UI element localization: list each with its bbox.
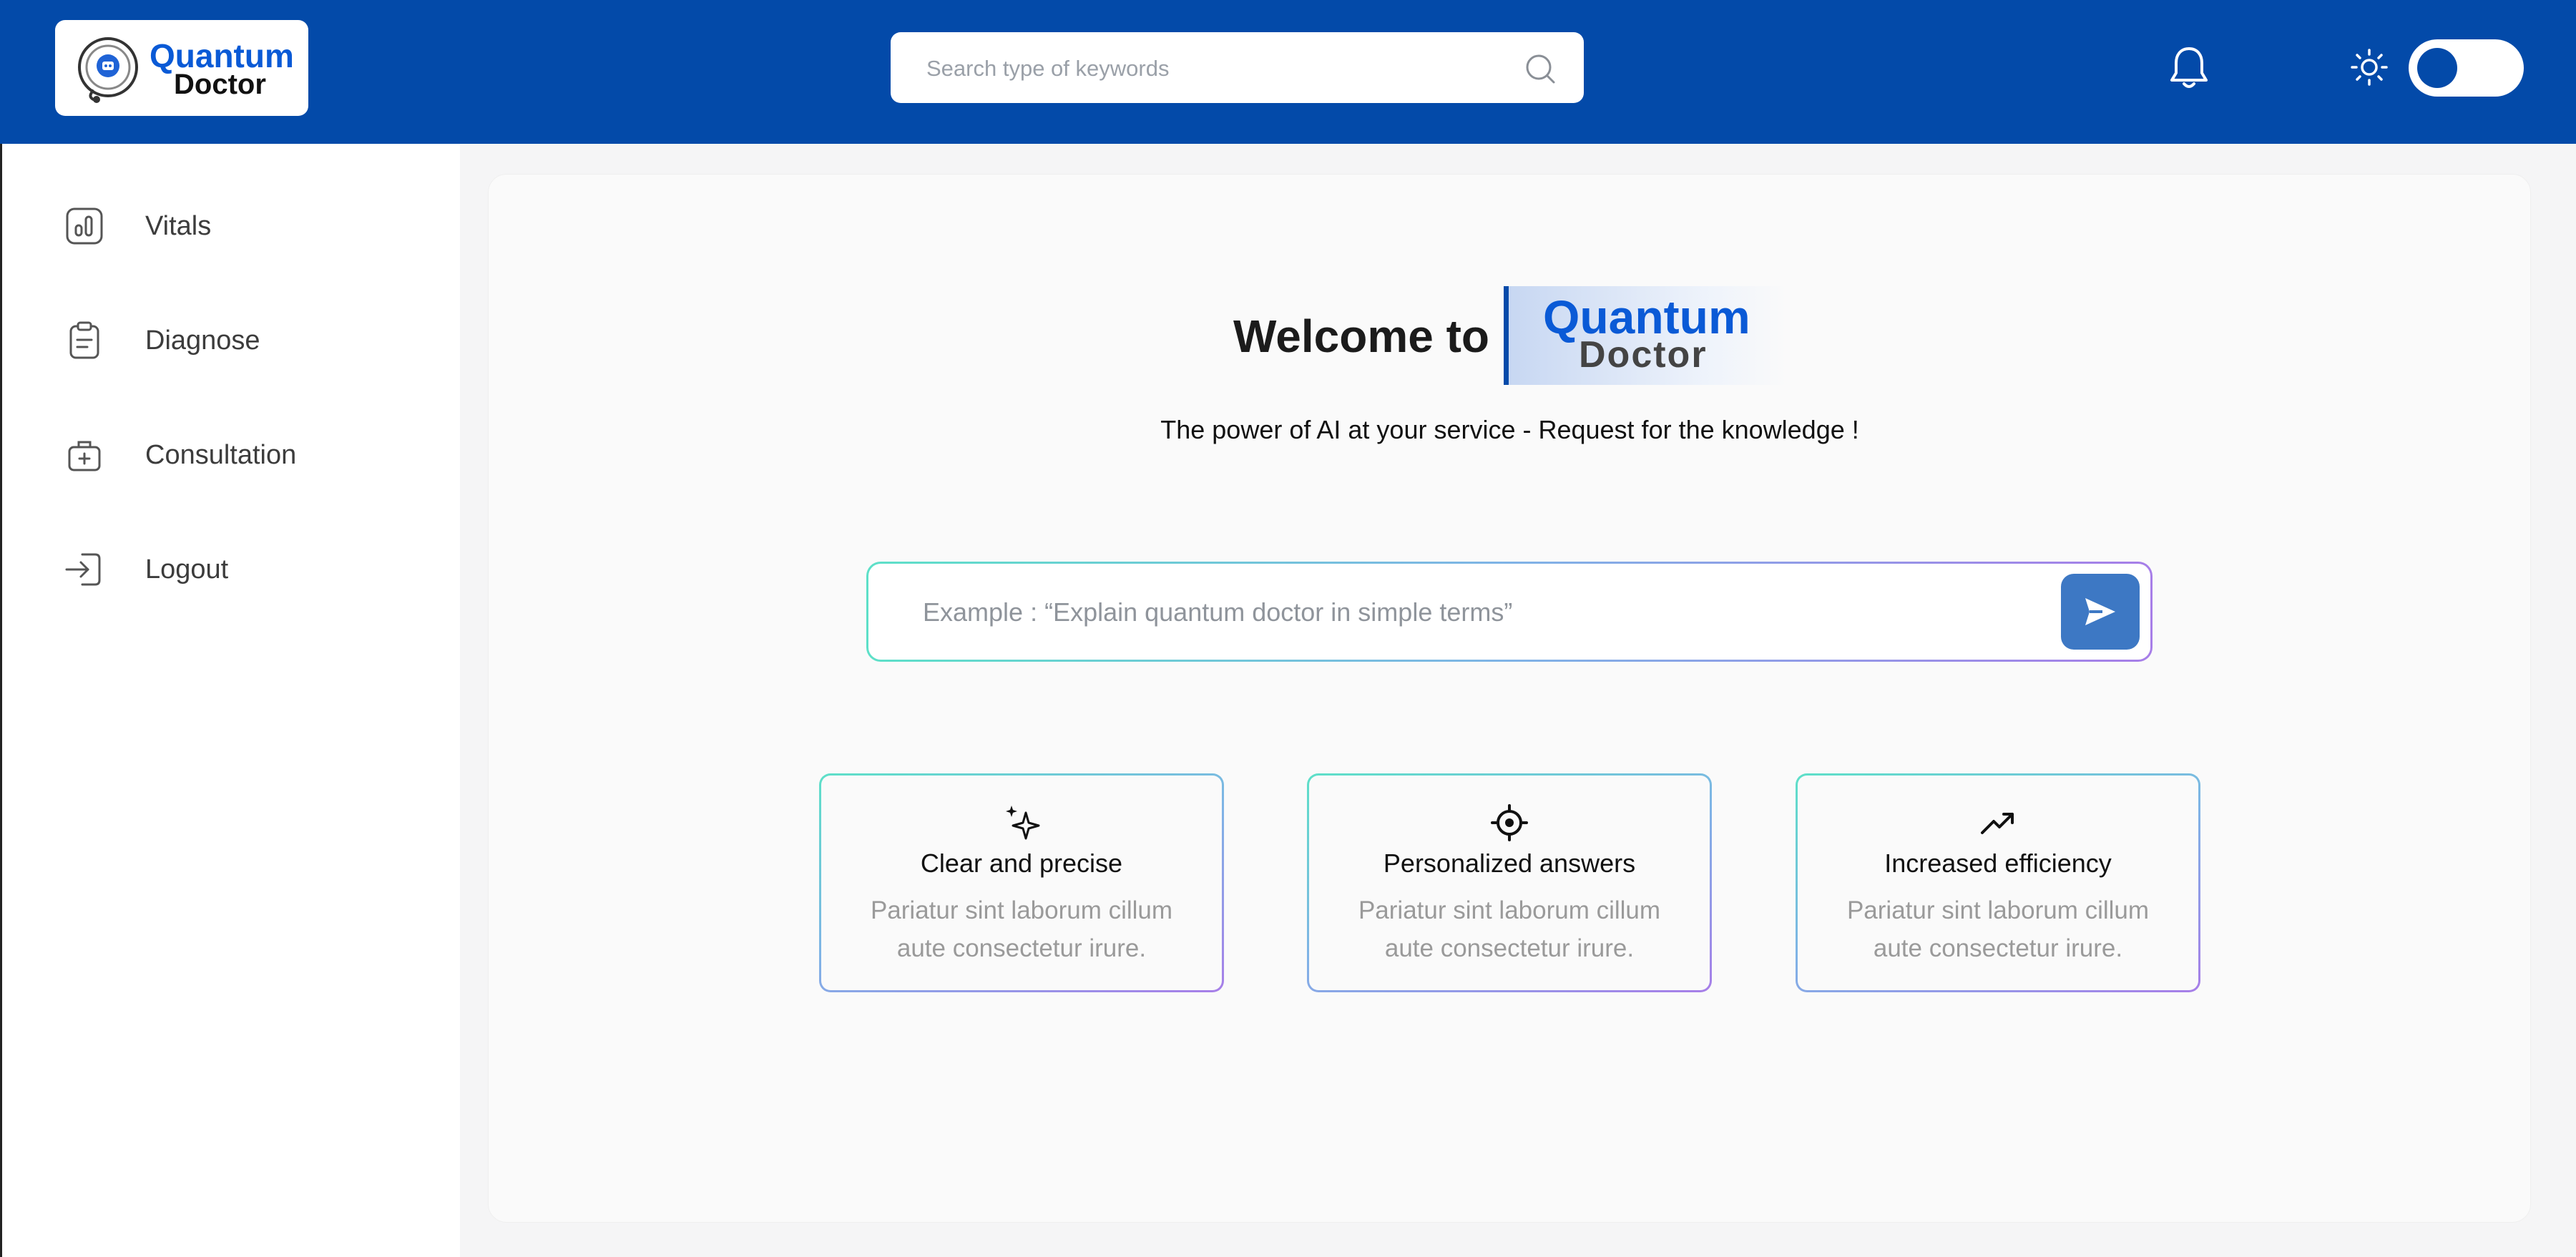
sidebar-item-logout[interactable]: Logout	[64, 544, 421, 595]
logo-text-line1: Quantum	[150, 37, 294, 74]
card-body: Personalized answers Pariatur sint labor…	[1309, 776, 1710, 990]
card-description: Pariatur sint laborum cillum aute consec…	[1358, 896, 1661, 962]
toggle-knob	[2417, 48, 2457, 88]
sidebar: Vitals Diagnose Consultation Logout	[0, 144, 460, 1257]
card-title: Personalized answers	[1383, 848, 1636, 878]
card-description: Pariatur sint laborum cillum aute consec…	[870, 896, 1173, 962]
logout-icon	[65, 553, 101, 586]
search-bar	[891, 32, 1584, 104]
prompt-bar	[866, 562, 2153, 662]
top-bar: Quantum Doctor	[0, 0, 2576, 144]
card-title: Clear and precise	[920, 848, 1123, 878]
app-logo[interactable]: Quantum Doctor	[55, 20, 308, 116]
stethoscope-logo-icon	[78, 37, 138, 103]
search-icon[interactable]	[1524, 52, 1557, 85]
card-body: Clear and precise Pariatur sint laborum …	[821, 776, 1222, 990]
prompt-input[interactable]	[921, 564, 1997, 661]
sidebar-item-vitals[interactable]: Vitals	[64, 201, 421, 251]
card-description: Pariatur sint laborum cillum aute consec…	[1846, 896, 2150, 962]
feature-card-personalized: Personalized answers Pariatur sint labor…	[1307, 773, 1712, 992]
sidebar-item-label: Diagnose	[145, 325, 260, 356]
search-input[interactable]	[925, 32, 1514, 104]
prompt-inner	[868, 564, 2150, 661]
trending-up-icon	[1981, 813, 2014, 834]
sparkles-icon	[1006, 806, 1040, 840]
feature-card-clear: Clear and precise Pariatur sint laborum …	[819, 773, 1224, 992]
sun-icon[interactable]	[2349, 47, 2389, 87]
bell-icon[interactable]	[2168, 44, 2210, 92]
card-title: Increased efficiency	[1884, 848, 2112, 878]
subtitle: The power of AI at your service - Reques…	[1160, 415, 1859, 444]
brand-logo: Quantum Doctor	[1504, 286, 1788, 385]
clipboard-icon	[69, 321, 99, 359]
send-button[interactable]	[2061, 574, 2140, 650]
send-icon	[2085, 598, 2115, 625]
brand-text-line2: Doctor	[1579, 334, 1708, 376]
sidebar-item-label: Logout	[145, 554, 229, 585]
feature-card-efficiency: Increased efficiency Pariatur sint labor…	[1796, 773, 2200, 992]
welcome-heading: Welcome to	[1233, 310, 1489, 362]
target-icon	[1491, 804, 1528, 841]
sidebar-item-diagnose[interactable]: Diagnose	[64, 316, 421, 366]
card-body: Increased efficiency Pariatur sint labor…	[1798, 776, 2198, 990]
chart-bars-icon	[66, 207, 103, 245]
logo-text-line2: Doctor	[174, 69, 266, 100]
theme-toggle[interactable]	[2409, 39, 2524, 97]
sidebar-item-label: Vitals	[145, 210, 212, 241]
